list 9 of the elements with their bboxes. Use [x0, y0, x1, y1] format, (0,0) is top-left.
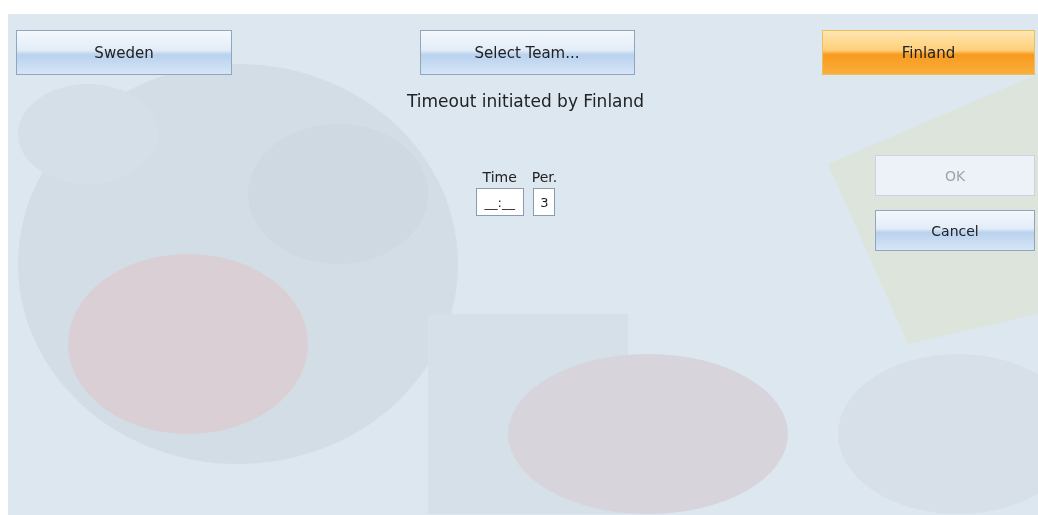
input-field[interactable]: __:__: [475, 188, 524, 216]
field-label: Time: [482, 169, 517, 185]
team-button[interactable]: Sweden: [16, 30, 232, 75]
team-button[interactable]: Finland: [822, 30, 1035, 75]
cancel-button[interactable]: Cancel: [875, 210, 1035, 251]
input-field[interactable]: 3: [533, 188, 556, 216]
field-label: Per.: [531, 169, 558, 185]
team-button[interactable]: Select Team...: [419, 30, 635, 75]
timeout-message: Timeout initiated by Finland: [405, 91, 646, 111]
